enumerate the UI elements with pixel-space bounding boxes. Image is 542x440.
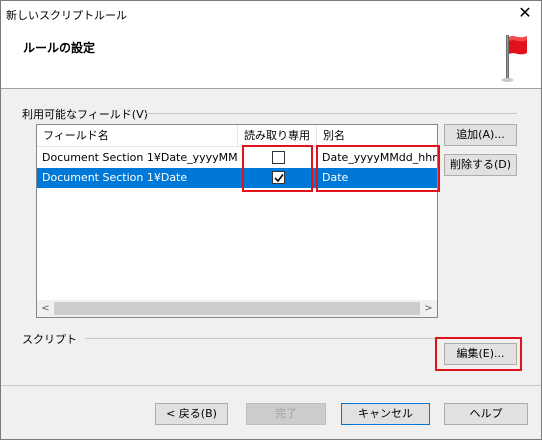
add-button[interactable]: 追加(A)...	[444, 124, 517, 146]
horizontal-scrollbar[interactable]: < >	[37, 300, 437, 317]
checkmark-icon	[274, 174, 284, 183]
column-header-alias[interactable]: 別名	[317, 125, 437, 147]
scroll-left-icon[interactable]: <	[37, 300, 54, 317]
help-button[interactable]: ヘルプ	[444, 403, 528, 425]
footer-divider	[1, 385, 541, 386]
cancel-button[interactable]: キャンセル	[341, 403, 430, 425]
fields-group-line	[145, 113, 517, 114]
page-title: ルールの設定	[23, 41, 96, 55]
row-alias[interactable]: Date_yyyyMMdd_hhmm	[317, 148, 437, 168]
row-field-name: Document Section 1¥Date	[42, 171, 188, 184]
delete-button[interactable]: 削除する(D)	[444, 154, 517, 176]
window-title: 新しいスクリプトルール	[6, 9, 127, 22]
table-row-selected[interactable]: Document Section 1¥Date Date	[37, 168, 437, 188]
scrollbar-thumb[interactable]	[54, 302, 420, 315]
row-alias[interactable]: Date	[317, 168, 437, 188]
script-group-label: スクリプト	[22, 331, 83, 347]
back-button[interactable]: < 戻る(B)	[155, 403, 228, 425]
column-header-field[interactable]: フィールド名	[37, 125, 238, 147]
script-group-line	[85, 338, 517, 339]
row-field-name: Document Section 1¥Date_yyyyMMdd...	[42, 151, 238, 164]
readonly-checkbox[interactable]	[272, 151, 285, 164]
title-bar: 新しいスクリプトルール ✕	[1, 1, 541, 27]
close-icon[interactable]: ✕	[517, 5, 533, 21]
wizard-header: ルールの設定	[1, 27, 541, 89]
table-row[interactable]: Document Section 1¥Date_yyyyMMdd... Date…	[37, 148, 437, 168]
column-header-readonly[interactable]: 読み取り専用	[238, 125, 317, 147]
scroll-right-icon[interactable]: >	[420, 300, 437, 317]
readonly-checkbox-checked[interactable]	[272, 171, 285, 184]
list-header: フィールド名 読み取り専用 別名	[37, 125, 437, 147]
red-flag-icon	[501, 35, 527, 82]
dialog-window: 新しいスクリプトルール ✕ ルールの設定 利用可能なフィールド(V) フィールド…	[0, 0, 542, 440]
finish-button[interactable]: 完了	[246, 403, 326, 425]
fields-group-label: 利用可能なフィールド(V)	[22, 106, 154, 122]
edit-script-button[interactable]: 編集(E)...	[444, 343, 517, 365]
fields-list[interactable]: フィールド名 読み取り専用 別名 Document Section 1¥Date…	[36, 124, 438, 318]
